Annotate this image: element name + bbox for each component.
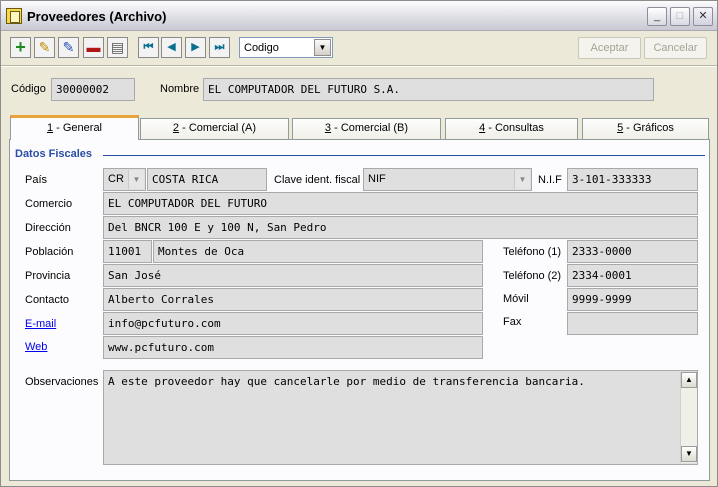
email-link[interactable]: E-mail xyxy=(25,318,56,330)
code-field[interactable]: 30000002 xyxy=(51,78,135,101)
notes-label: Observaciones xyxy=(25,376,99,388)
close-button[interactable]: ✕ xyxy=(693,7,713,26)
section-divider xyxy=(103,155,705,156)
toolbar: + ✎ ✎ ▬ ▤ ⏮ ◀ ▶ ⏭ Codigo ▼ Aceptar Cance… xyxy=(1,32,717,64)
country-name-field[interactable]: COSTA RICA xyxy=(147,168,267,191)
next-record-button[interactable]: ▶ xyxy=(185,37,206,58)
phone1-label: Teléfono (1) xyxy=(503,246,562,258)
name-field[interactable]: EL COMPUTADOR DEL FUTURO S.A. xyxy=(203,78,654,101)
nif-field[interactable]: 3-101-333333 xyxy=(567,168,698,191)
email-field[interactable]: info@pcfuturo.com xyxy=(103,312,483,335)
edit-icon: ✎ xyxy=(38,39,51,55)
scroll-down-button[interactable]: ▼ xyxy=(681,446,697,462)
minimize-button[interactable]: _ xyxy=(647,7,667,26)
last-icon: ⏭ xyxy=(214,41,225,53)
supplier-window: Proveedores (Archivo) _ □ ✕ + ✎ ✎ ▬ ▤ ⏮ … xyxy=(0,0,718,487)
window-title: Proveedores (Archivo) xyxy=(27,9,167,24)
notes-text: A este proveedor hay que cancelarle por … xyxy=(108,375,585,388)
section-title: Datos Fiscales xyxy=(15,148,93,160)
city-label: Población xyxy=(25,246,74,258)
toolbar-divider xyxy=(1,65,717,67)
tax-id-type-value: NIF xyxy=(368,173,386,185)
find-button[interactable]: ✎ xyxy=(58,37,79,58)
print-button[interactable]: ▤ xyxy=(107,37,128,58)
chevron-down-icon[interactable]: ▼ xyxy=(514,170,530,189)
add-icon: + xyxy=(15,37,26,57)
order-field-value: Codigo xyxy=(244,42,279,54)
nif-label: N.I.F xyxy=(538,174,562,186)
trade-field[interactable]: EL COMPUTADOR DEL FUTURO xyxy=(103,192,698,215)
contact-label: Contacto xyxy=(25,294,70,306)
country-code-value: CR xyxy=(108,173,124,185)
cancel-button[interactable]: Cancelar xyxy=(644,37,707,59)
prev-icon: ◀ xyxy=(167,41,176,53)
add-button[interactable]: + xyxy=(10,37,31,58)
tab-label: - General xyxy=(53,122,103,134)
tab-graficos[interactable]: 5 - Gráficos xyxy=(582,118,709,139)
contact-field[interactable]: Alberto Corrales xyxy=(103,288,483,311)
order-field-select[interactable]: Codigo ▼ xyxy=(239,37,333,58)
arrow-up-icon: ▲ xyxy=(685,375,693,384)
name-label: Nombre xyxy=(160,83,200,95)
tab-label: - Comercial (A) xyxy=(179,122,257,134)
postal-code-field[interactable]: 11001 xyxy=(103,240,152,263)
tab-general[interactable]: 1 - General xyxy=(10,115,139,140)
web-field[interactable]: www.pcfuturo.com xyxy=(103,336,483,359)
country-code-select[interactable]: CR ▼ xyxy=(103,168,146,191)
province-field[interactable]: San José xyxy=(103,264,483,287)
chevron-down-icon[interactable]: ▼ xyxy=(314,39,331,56)
next-icon: ▶ xyxy=(191,41,200,53)
web-link[interactable]: Web xyxy=(25,341,47,353)
address-field[interactable]: Del BNCR 100 E y 100 N, San Pedro xyxy=(103,216,698,239)
tax-id-type-select[interactable]: NIF ▼ xyxy=(363,168,532,191)
tab-comercial-a[interactable]: 2 - Comercial (A) xyxy=(140,118,289,139)
phone2-label: Teléfono (2) xyxy=(503,270,562,282)
notes-scrollbar[interactable]: ▲ ▼ xyxy=(680,372,697,463)
delete-button[interactable]: ▬ xyxy=(83,37,104,58)
code-label: Código xyxy=(11,83,46,95)
app-book-icon xyxy=(6,8,22,24)
accept-button[interactable]: Aceptar xyxy=(578,37,641,59)
address-label: Dirección xyxy=(25,222,71,234)
prev-record-button[interactable]: ◀ xyxy=(161,37,182,58)
maximize-icon: □ xyxy=(676,10,684,22)
close-icon: ✕ xyxy=(698,10,708,22)
city-field[interactable]: Montes de Oca xyxy=(153,240,483,263)
tab-label: - Consultas xyxy=(485,122,544,134)
maximize-button[interactable]: □ xyxy=(670,7,690,26)
tax-id-type-label: Clave ident. fiscal xyxy=(274,174,361,186)
edit-button[interactable]: ✎ xyxy=(34,37,55,58)
mobile-label: Móvil xyxy=(503,293,529,305)
tab-consultas[interactable]: 4 - Consultas xyxy=(445,118,578,139)
arrow-down-icon: ▼ xyxy=(685,449,693,458)
last-record-button[interactable]: ⏭ xyxy=(209,37,230,58)
scroll-up-button[interactable]: ▲ xyxy=(681,372,697,388)
print-icon: ▤ xyxy=(110,39,125,55)
tab-comercial-b[interactable]: 3 - Comercial (B) xyxy=(292,118,441,139)
chevron-down-icon[interactable]: ▼ xyxy=(128,170,144,189)
tab-label: - Comercial (B) xyxy=(331,122,409,134)
first-record-button[interactable]: ⏮ xyxy=(138,37,159,58)
country-label: País xyxy=(25,174,48,186)
trade-label: Comercio xyxy=(25,198,73,210)
first-icon: ⏮ xyxy=(143,41,154,53)
province-label: Provincia xyxy=(25,270,71,282)
notes-textarea[interactable]: A este proveedor hay que cancelarle por … xyxy=(103,370,698,465)
delete-icon: ▬ xyxy=(86,39,101,55)
fax-label: Fax xyxy=(503,316,522,328)
find-icon: ✎ xyxy=(62,39,75,55)
fax-field[interactable] xyxy=(567,312,698,335)
tab-label: - Gráficos xyxy=(623,122,674,134)
title-bar[interactable]: Proveedores (Archivo) _ □ ✕ xyxy=(1,1,717,31)
phone2-field[interactable]: 2334-0001 xyxy=(567,264,698,287)
mobile-field[interactable]: 9999-9999 xyxy=(567,288,698,311)
phone1-field[interactable]: 2333-0000 xyxy=(567,240,698,263)
minimize-icon: _ xyxy=(653,10,661,22)
